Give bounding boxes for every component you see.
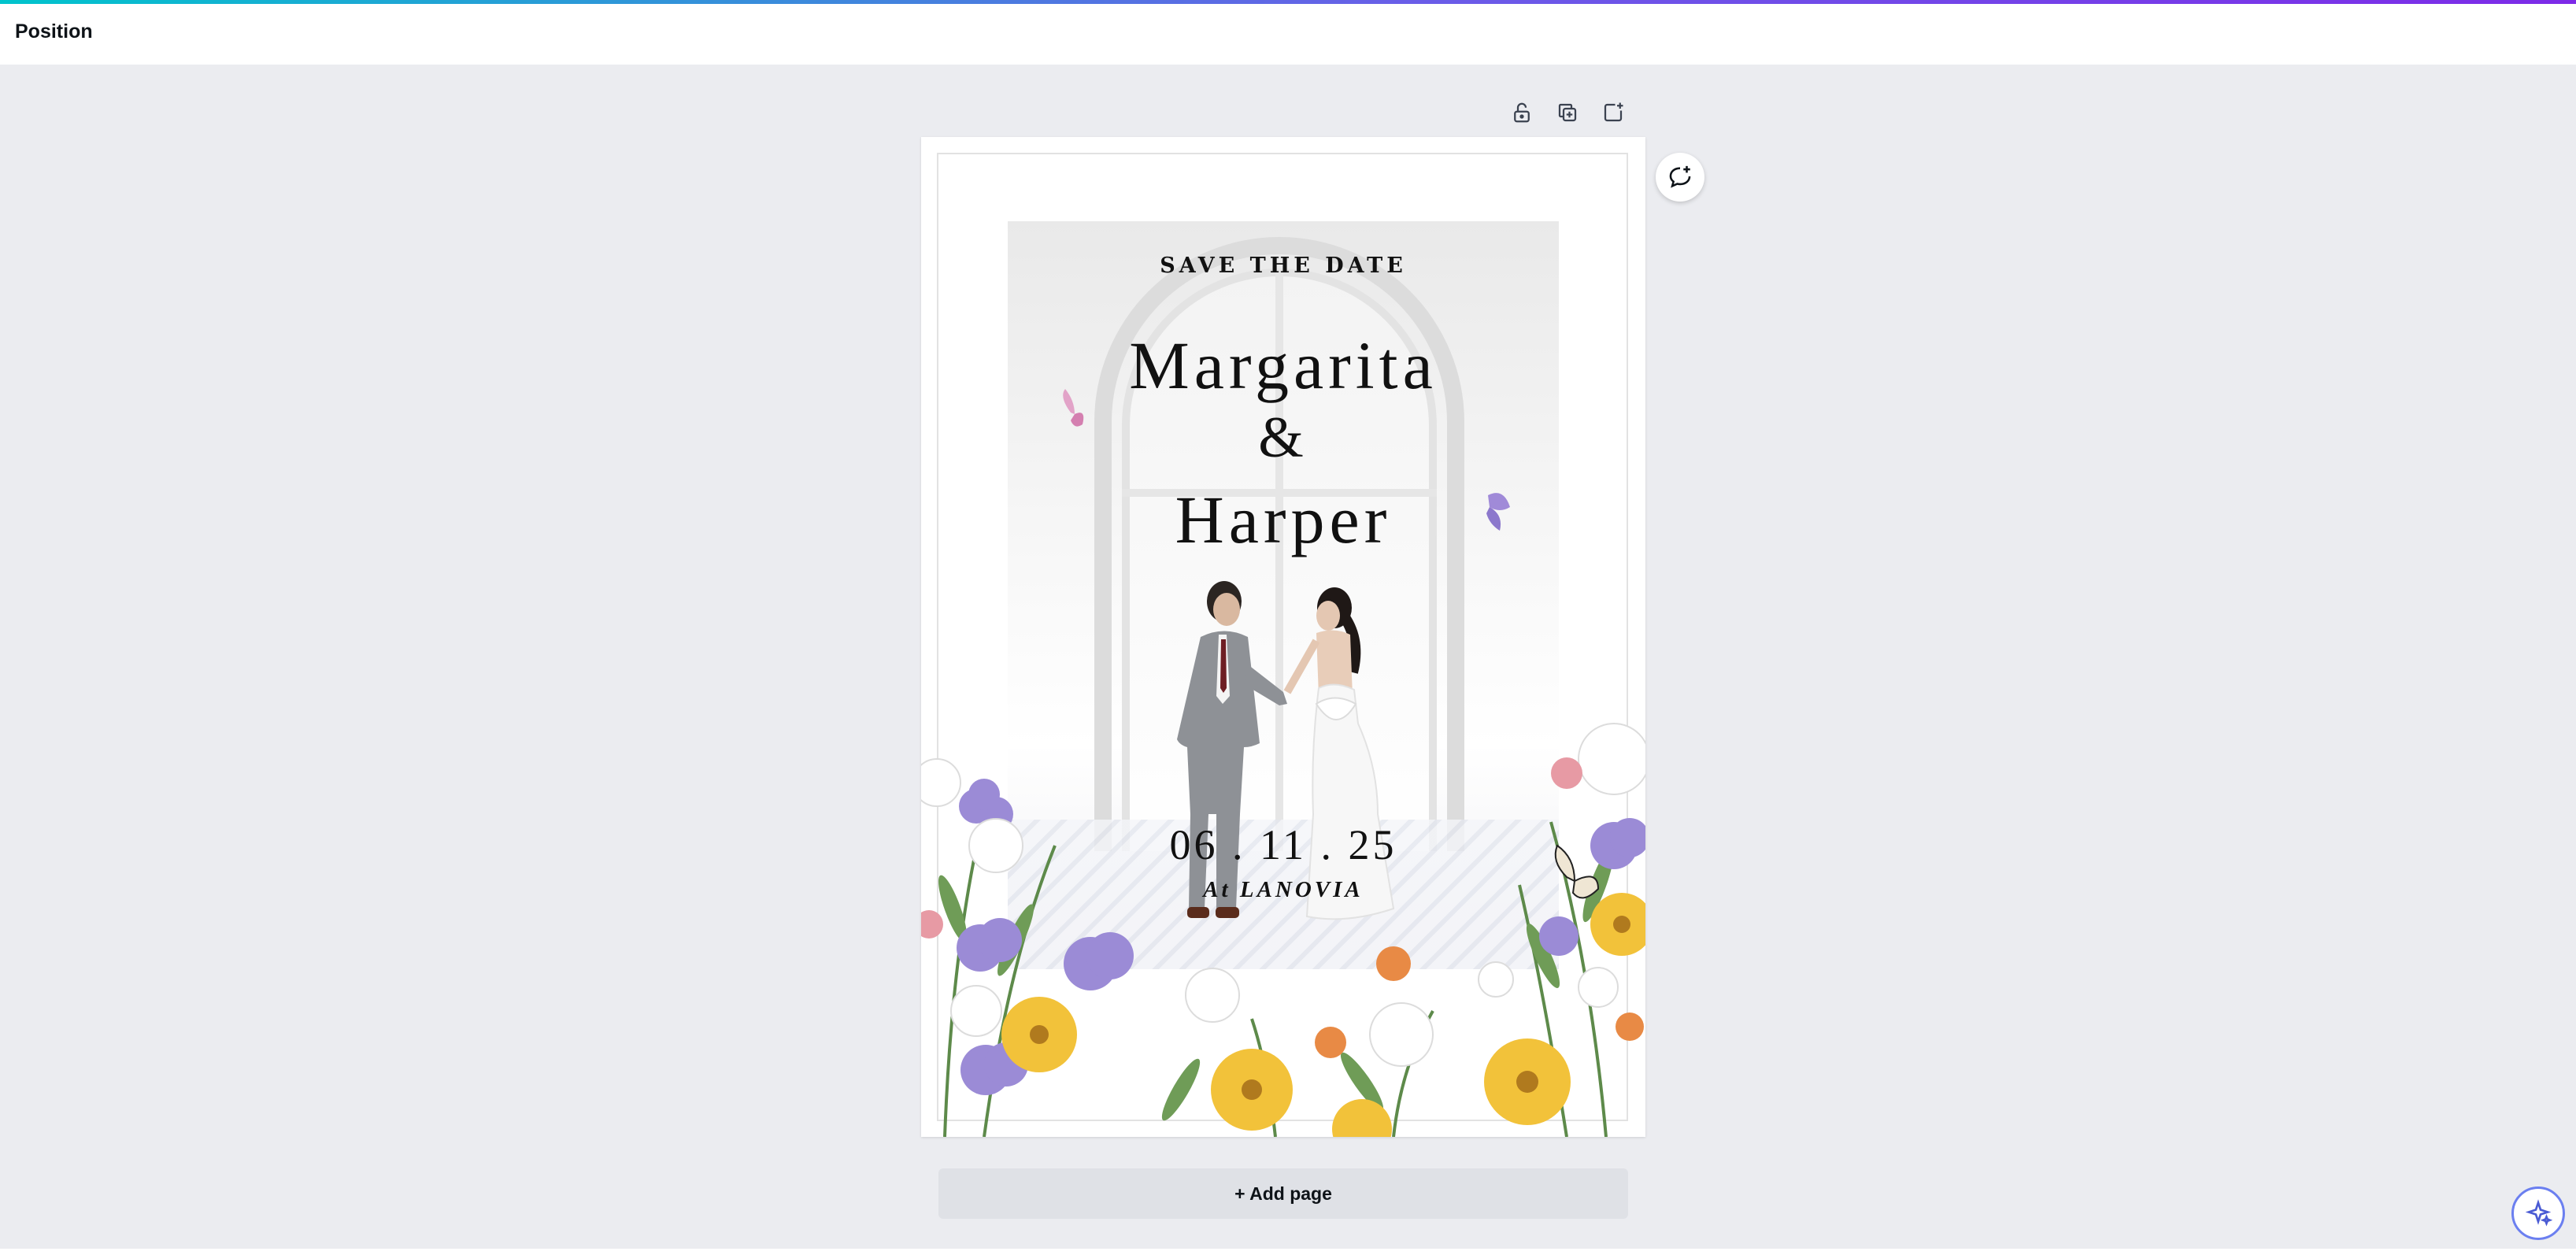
- partner-one-name[interactable]: Margarita: [921, 326, 1645, 405]
- add-comment-button[interactable]: [1656, 153, 1704, 202]
- top-bar: Position: [0, 0, 2576, 65]
- panel-title: Position: [15, 20, 93, 43]
- partner-two-name[interactable]: Harper: [921, 480, 1645, 559]
- lock-icon: [1514, 102, 1530, 123]
- bottom-strip: [0, 1249, 2576, 1255]
- design-page[interactable]: SAVE THE DATE Margarita & Harper 06 . 11…: [921, 137, 1645, 1137]
- duplicate-page-icon: [1558, 103, 1577, 122]
- lock-page-button[interactable]: [1504, 96, 1540, 129]
- page-toolbar: [1504, 96, 1631, 129]
- add-page-button[interactable]: + Add page: [938, 1168, 1628, 1219]
- magic-sparkle-icon: [2525, 1199, 2552, 1227]
- venue-text[interactable]: At LANOVIA: [921, 877, 1645, 903]
- ampersand-text[interactable]: &: [921, 405, 1645, 472]
- save-the-date-text[interactable]: SAVE THE DATE: [921, 254, 1645, 278]
- magic-assistant-button[interactable]: [2511, 1187, 2565, 1240]
- add-new-page-button[interactable]: [1595, 96, 1631, 129]
- event-date-text[interactable]: 06 . 11 . 25: [921, 820, 1645, 869]
- accent-gradient-line: [0, 0, 2576, 4]
- duplicate-page-button[interactable]: [1549, 96, 1586, 129]
- add-comment-icon: [1669, 165, 1691, 188]
- add-page-icon: [1604, 102, 1623, 122]
